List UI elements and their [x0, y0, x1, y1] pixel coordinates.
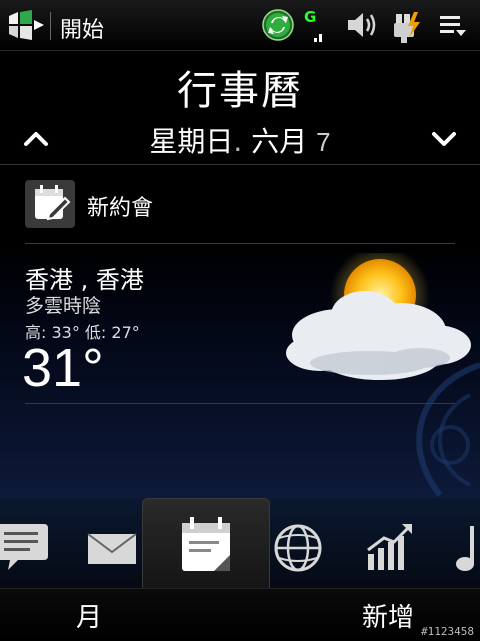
- new-softkey[interactable]: 新增: [362, 597, 414, 634]
- new-appointment-button[interactable]: 新約會: [25, 180, 455, 230]
- windows-flag-icon: [9, 10, 44, 40]
- new-appointment-icon: [25, 180, 75, 228]
- tab-internet[interactable]: [270, 498, 326, 588]
- start-divider: [50, 12, 51, 40]
- start-button[interactable]: [6, 10, 46, 40]
- battery-charging-icon[interactable]: [392, 8, 422, 43]
- tab-music[interactable]: [450, 498, 480, 588]
- weekday: 星期日: [149, 125, 234, 158]
- chat-icon: [0, 524, 48, 570]
- globe-icon: [274, 524, 322, 572]
- volume-icon[interactable]: [344, 8, 380, 42]
- weather-city: 香港 , 香港: [25, 266, 144, 294]
- calendar-icon: [182, 517, 230, 571]
- tab-messaging[interactable]: [0, 498, 60, 588]
- divider: [25, 243, 455, 244]
- start-label[interactable]: 開始: [60, 12, 104, 44]
- weather-panel[interactable]: 香港 , 香港 多雲時陰 高: 33° 低: 27° 31°: [0, 245, 480, 500]
- new-appointment-label: 新約會: [87, 196, 154, 221]
- current-temperature: 31°: [22, 338, 104, 398]
- network-signal-icon[interactable]: G: [302, 8, 332, 42]
- date-separator: .: [233, 125, 243, 158]
- chevron-down-icon: [432, 132, 456, 146]
- menu-icon[interactable]: [438, 8, 470, 42]
- weather-condition: 多雲時陰: [25, 295, 102, 317]
- envelope-icon: [87, 533, 137, 564]
- softkey-bar: 月 新增 #1123458: [0, 588, 480, 641]
- network-type-label: G: [304, 8, 316, 26]
- weather-divider: [25, 403, 455, 404]
- day-number: 7: [316, 127, 331, 157]
- month-view-softkey[interactable]: 月: [76, 597, 102, 634]
- image-id-watermark: #1123458: [421, 625, 474, 638]
- chart-icon: [367, 524, 412, 570]
- music-note-icon: [456, 526, 474, 571]
- partly-cloudy-icon: [286, 253, 471, 380]
- date-label: 星期日. 六月 7: [0, 120, 480, 160]
- tab-bar: [0, 498, 480, 589]
- date-navigator: 星期日. 六月 7: [0, 112, 480, 165]
- tab-email[interactable]: [80, 498, 140, 588]
- tab-stocks[interactable]: [362, 498, 418, 588]
- status-bar: 開始 G: [0, 0, 480, 51]
- sync-icon[interactable]: [260, 8, 296, 42]
- tab-calendar[interactable]: [142, 498, 270, 589]
- next-day-button[interactable]: [426, 122, 466, 154]
- month: 六月: [251, 125, 308, 158]
- page-title: 行事曆: [177, 68, 303, 114]
